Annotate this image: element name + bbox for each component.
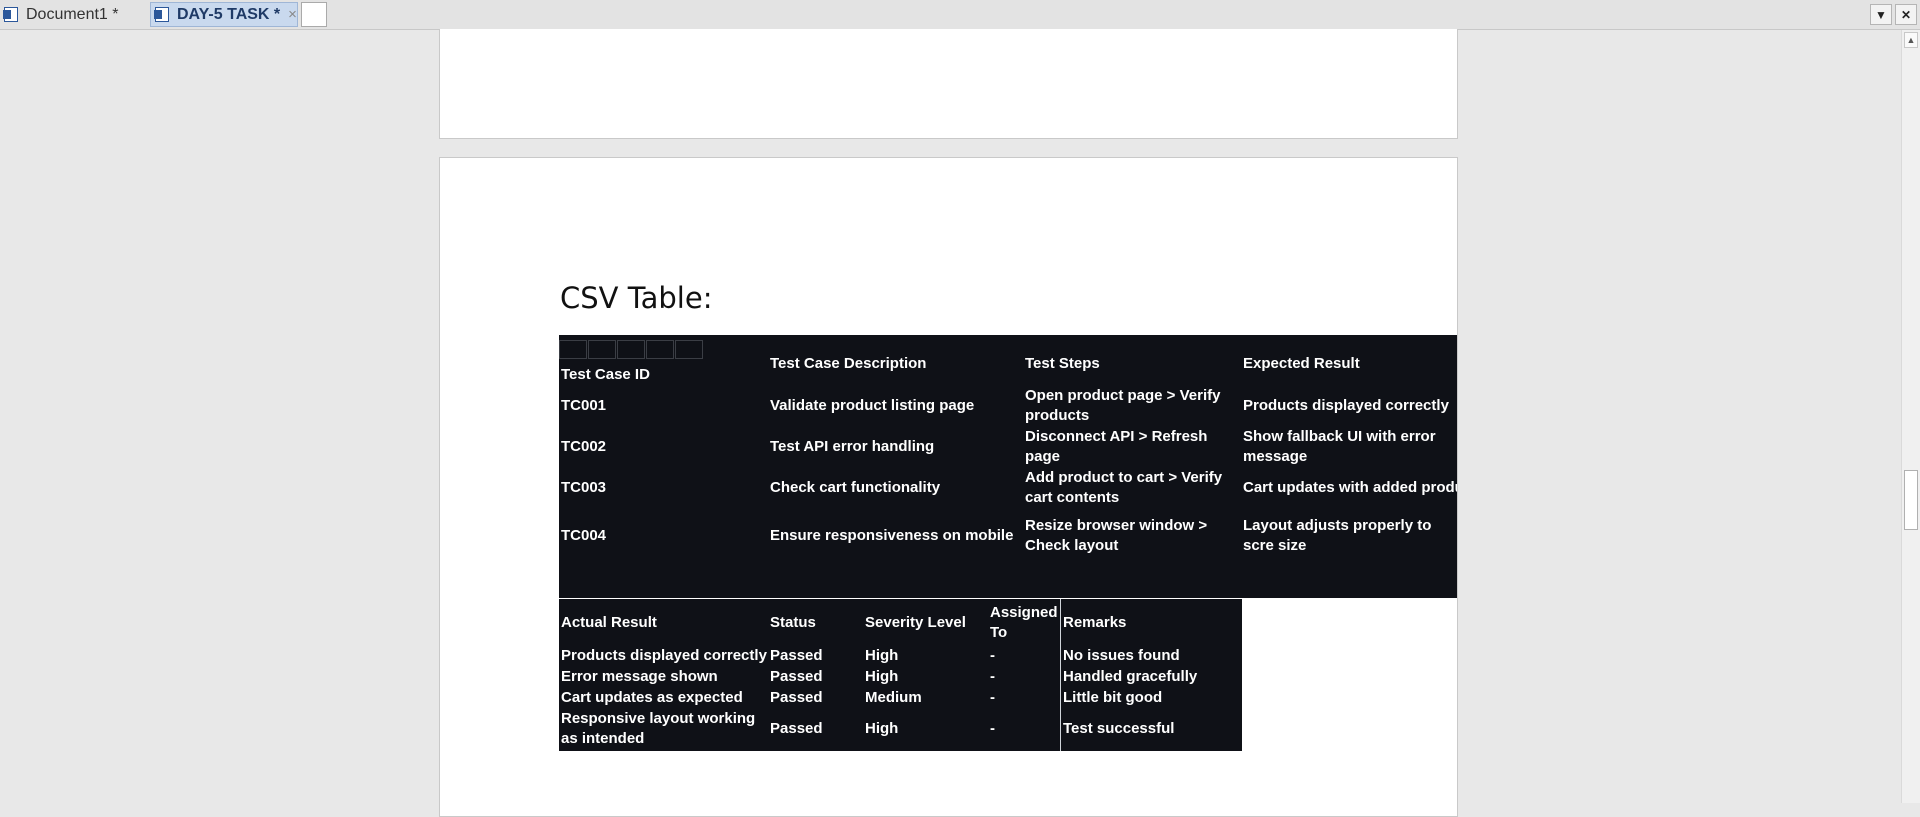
document-page: CSV Table: Test Case ID Test Case Descri… bbox=[439, 157, 1458, 817]
tab-document1[interactable]: Document1 * bbox=[2, 2, 147, 27]
table-cell: Passed bbox=[770, 647, 823, 664]
csv-table-part2: Actual Result Status Severity Level Assi… bbox=[559, 599, 1242, 751]
new-tab-button[interactable] bbox=[301, 2, 327, 27]
table-cell: High bbox=[865, 720, 899, 737]
table-cell-marker bbox=[675, 340, 703, 359]
table-cell: - bbox=[990, 720, 995, 737]
table-cell: Medium bbox=[865, 689, 922, 706]
document-page-previous bbox=[439, 29, 1458, 139]
table-cell: Test successful bbox=[1063, 720, 1175, 737]
table-header-cell: Expected Result bbox=[1243, 355, 1360, 372]
table-cell: Passed bbox=[770, 668, 823, 685]
table-cell: Validate product listing page bbox=[770, 397, 975, 414]
table-cell: Little bit good bbox=[1063, 689, 1163, 706]
table-cell-marker bbox=[559, 340, 587, 359]
table-cell: Resize browser window > Check layout bbox=[1025, 517, 1208, 554]
tab-close-icon[interactable]: × bbox=[288, 6, 297, 23]
table-cell: Handled gracefully bbox=[1063, 668, 1198, 685]
table-cell: Test API error handling bbox=[770, 438, 935, 455]
table-cell: Products displayed correctly bbox=[561, 647, 767, 664]
vertical-scrollbar[interactable]: ▲ bbox=[1901, 30, 1920, 803]
table-cell-marker bbox=[588, 340, 616, 359]
table-header-cell: Actual Result bbox=[561, 614, 657, 631]
table-cell: Error message shown bbox=[561, 668, 718, 685]
table-cell: Add product to cart > Verify cart conten… bbox=[1025, 469, 1223, 506]
table-header-cell: Remarks bbox=[1063, 614, 1127, 631]
tab-bar: Document1 * DAY-5 TASK * × ▼ ✕ bbox=[0, 0, 1920, 30]
table-cell-marker bbox=[617, 340, 645, 359]
table-cell: - bbox=[990, 689, 995, 706]
table-header-cell: Test Case ID bbox=[561, 366, 650, 383]
close-window-icon[interactable]: ✕ bbox=[1895, 4, 1917, 25]
table-cell: High bbox=[865, 668, 899, 685]
tab-label: Document1 * bbox=[26, 5, 119, 23]
table-cell: No issues found bbox=[1063, 647, 1180, 664]
table-cell: Open product page > Verify products bbox=[1025, 387, 1221, 424]
table-cell: Show fallback UI with error message bbox=[1243, 428, 1436, 465]
table-cell: TC002 bbox=[561, 438, 607, 455]
table-cell: - bbox=[990, 668, 995, 685]
table-cell: Products displayed correctly bbox=[1243, 397, 1449, 414]
tab-label: DAY-5 TASK * bbox=[177, 5, 281, 23]
table-header-cell: Test Steps bbox=[1025, 355, 1100, 372]
csv-table-part1: Test Case ID Test Case Description Test … bbox=[559, 335, 1458, 598]
tab-list-dropdown-icon[interactable]: ▼ bbox=[1870, 4, 1892, 25]
table-cell: Ensure responsiveness on mobile bbox=[770, 527, 1014, 544]
table-cell: Cart updates as expected bbox=[561, 689, 743, 706]
scrollbar-thumb[interactable] bbox=[1904, 470, 1918, 530]
tab-day5-task[interactable]: DAY-5 TASK * × bbox=[150, 2, 298, 27]
table-cell: Passed bbox=[770, 720, 823, 737]
table-cell: High bbox=[865, 647, 899, 664]
column-divider bbox=[1060, 599, 1061, 751]
scroll-up-icon[interactable]: ▲ bbox=[1904, 32, 1918, 48]
table-cell: Layout adjusts properly to scre size bbox=[1243, 517, 1432, 554]
table-header-cell: Severity Level bbox=[865, 614, 966, 631]
table-cell: Passed bbox=[770, 689, 823, 706]
table-header-cell: Status bbox=[770, 614, 816, 631]
table-cell: - bbox=[990, 647, 995, 664]
table-header-cell: Assigned To bbox=[990, 604, 1058, 641]
table-cell: Check cart functionality bbox=[770, 479, 941, 496]
table-cell: TC004 bbox=[561, 527, 607, 544]
table-cell: Responsive layout working as intended bbox=[561, 710, 756, 747]
table-cell: TC001 bbox=[561, 397, 607, 414]
table-cell: Disconnect API > Refresh page bbox=[1025, 428, 1208, 465]
table-cell: TC003 bbox=[561, 479, 607, 496]
page-heading: CSV Table: bbox=[560, 281, 713, 315]
table-cell-marker bbox=[646, 340, 674, 359]
word-doc-icon bbox=[3, 7, 18, 22]
table-cell: Cart updates with added produ bbox=[1243, 479, 1458, 496]
table-header-cell: Test Case Description bbox=[770, 355, 927, 372]
word-doc-icon bbox=[154, 7, 169, 22]
